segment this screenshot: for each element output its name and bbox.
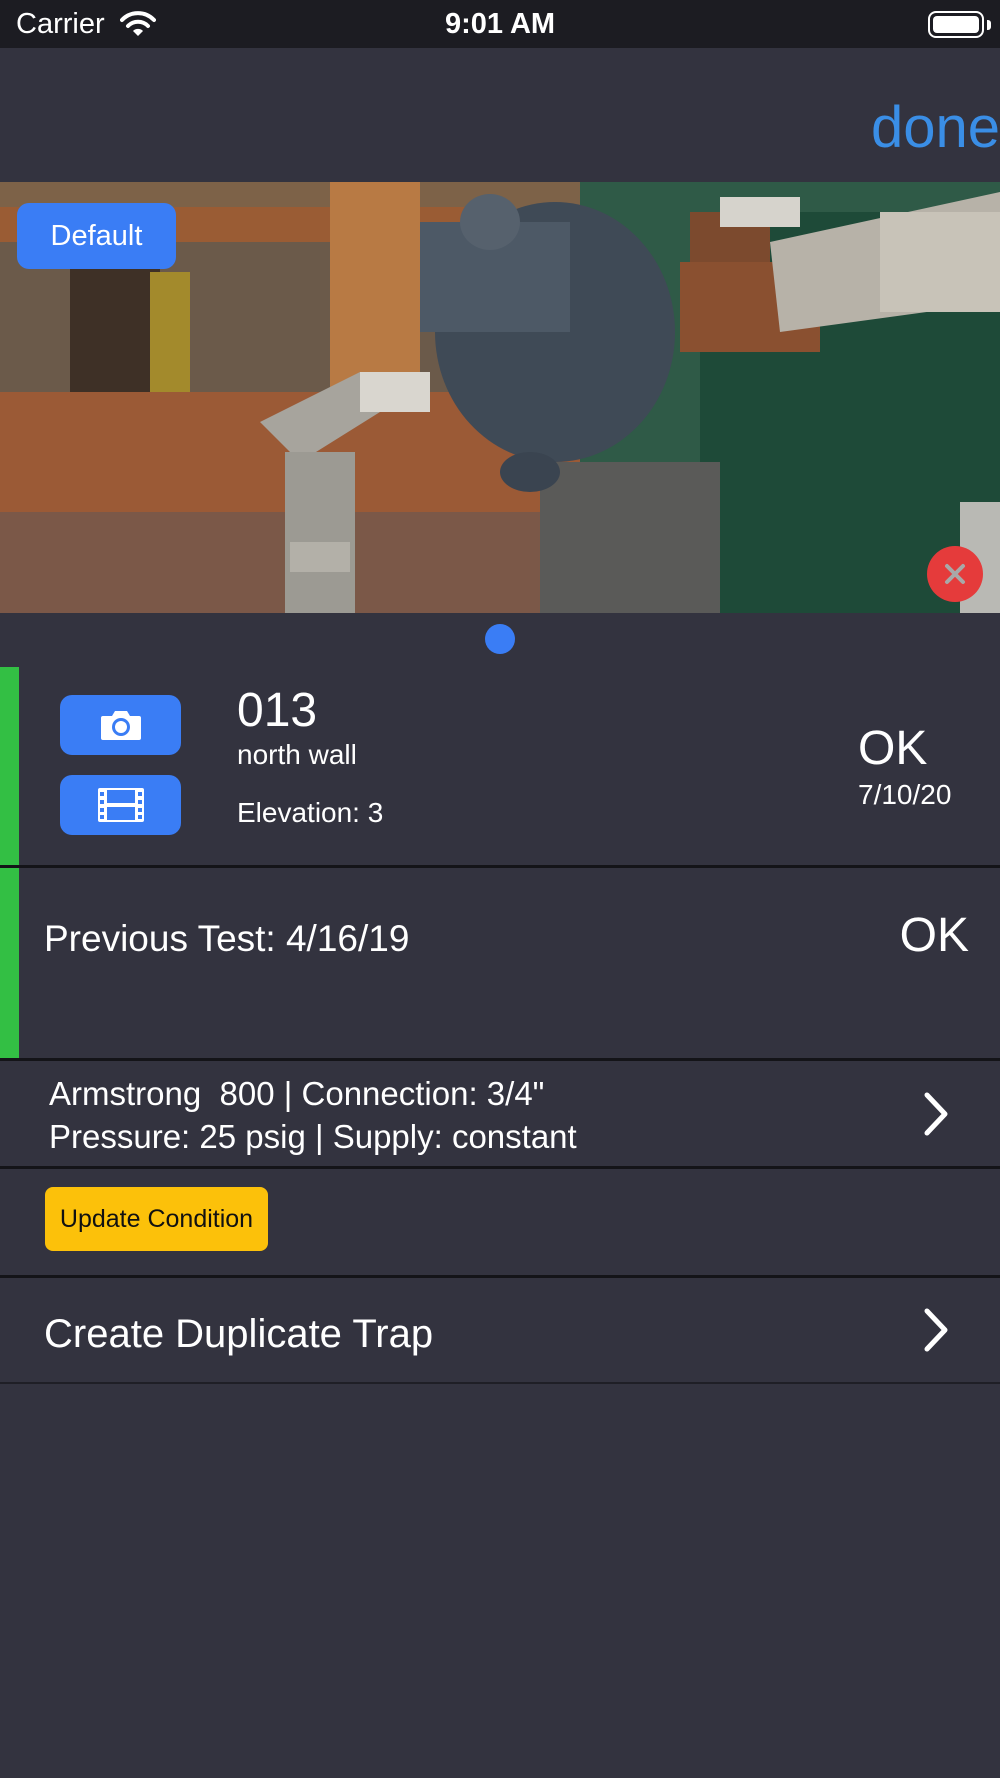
divider (0, 1382, 1000, 1384)
chevron-right-icon (924, 1092, 948, 1136)
done-button[interactable]: done (871, 94, 1000, 161)
navigation-bar: done (0, 48, 1000, 182)
camera-icon (100, 711, 141, 740)
status-strip (0, 667, 19, 865)
update-condition-button[interactable]: Update Condition (45, 1187, 268, 1251)
create-duplicate-row[interactable]: Create Duplicate Trap (0, 1278, 1000, 1382)
close-icon (945, 564, 965, 584)
delete-photo-button[interactable] (927, 546, 983, 602)
chevron-right-icon (924, 1308, 948, 1352)
trap-id: 013 (237, 684, 318, 737)
create-duplicate-label: Create Duplicate Trap (44, 1312, 434, 1356)
previous-test-status: OK (899, 909, 969, 962)
default-photo-button[interactable]: Default (17, 203, 176, 269)
trap-model-connection: Armstrong 800 | Connection: 3/4" (49, 1075, 545, 1112)
trap-elevation: Elevation: 3 (237, 797, 384, 828)
previous-test-row: Previous Test: 4/16/19 OK (0, 868, 1000, 1058)
trap-specs-row[interactable]: Armstrong 800 | Connection: 3/4" Pressur… (0, 1061, 1000, 1166)
status-strip (0, 868, 19, 1058)
page-indicator-dot[interactable] (485, 624, 515, 654)
battery-nub (987, 20, 991, 30)
trap-location: north wall (237, 739, 357, 770)
trap-pressure-supply: Pressure: 25 psig | Supply: constant (49, 1118, 577, 1155)
battery-icon (928, 11, 984, 38)
trap-test-date: 7/10/20 (858, 779, 952, 810)
clock: 9:01 AM (444, 8, 556, 40)
trap-info-row: 013 north wall Elevation: 3 OK 7/10/20 (0, 667, 1000, 865)
camera-button[interactable] (60, 695, 181, 755)
previous-test-label: Previous Test: 4/16/19 (44, 918, 410, 959)
trap-status: OK (858, 722, 928, 775)
status-bar: Carrier 9:01 AM (0, 0, 1000, 48)
video-button[interactable] (60, 775, 181, 835)
update-condition-row: Update Condition (0, 1169, 1000, 1275)
film-icon (97, 788, 144, 822)
